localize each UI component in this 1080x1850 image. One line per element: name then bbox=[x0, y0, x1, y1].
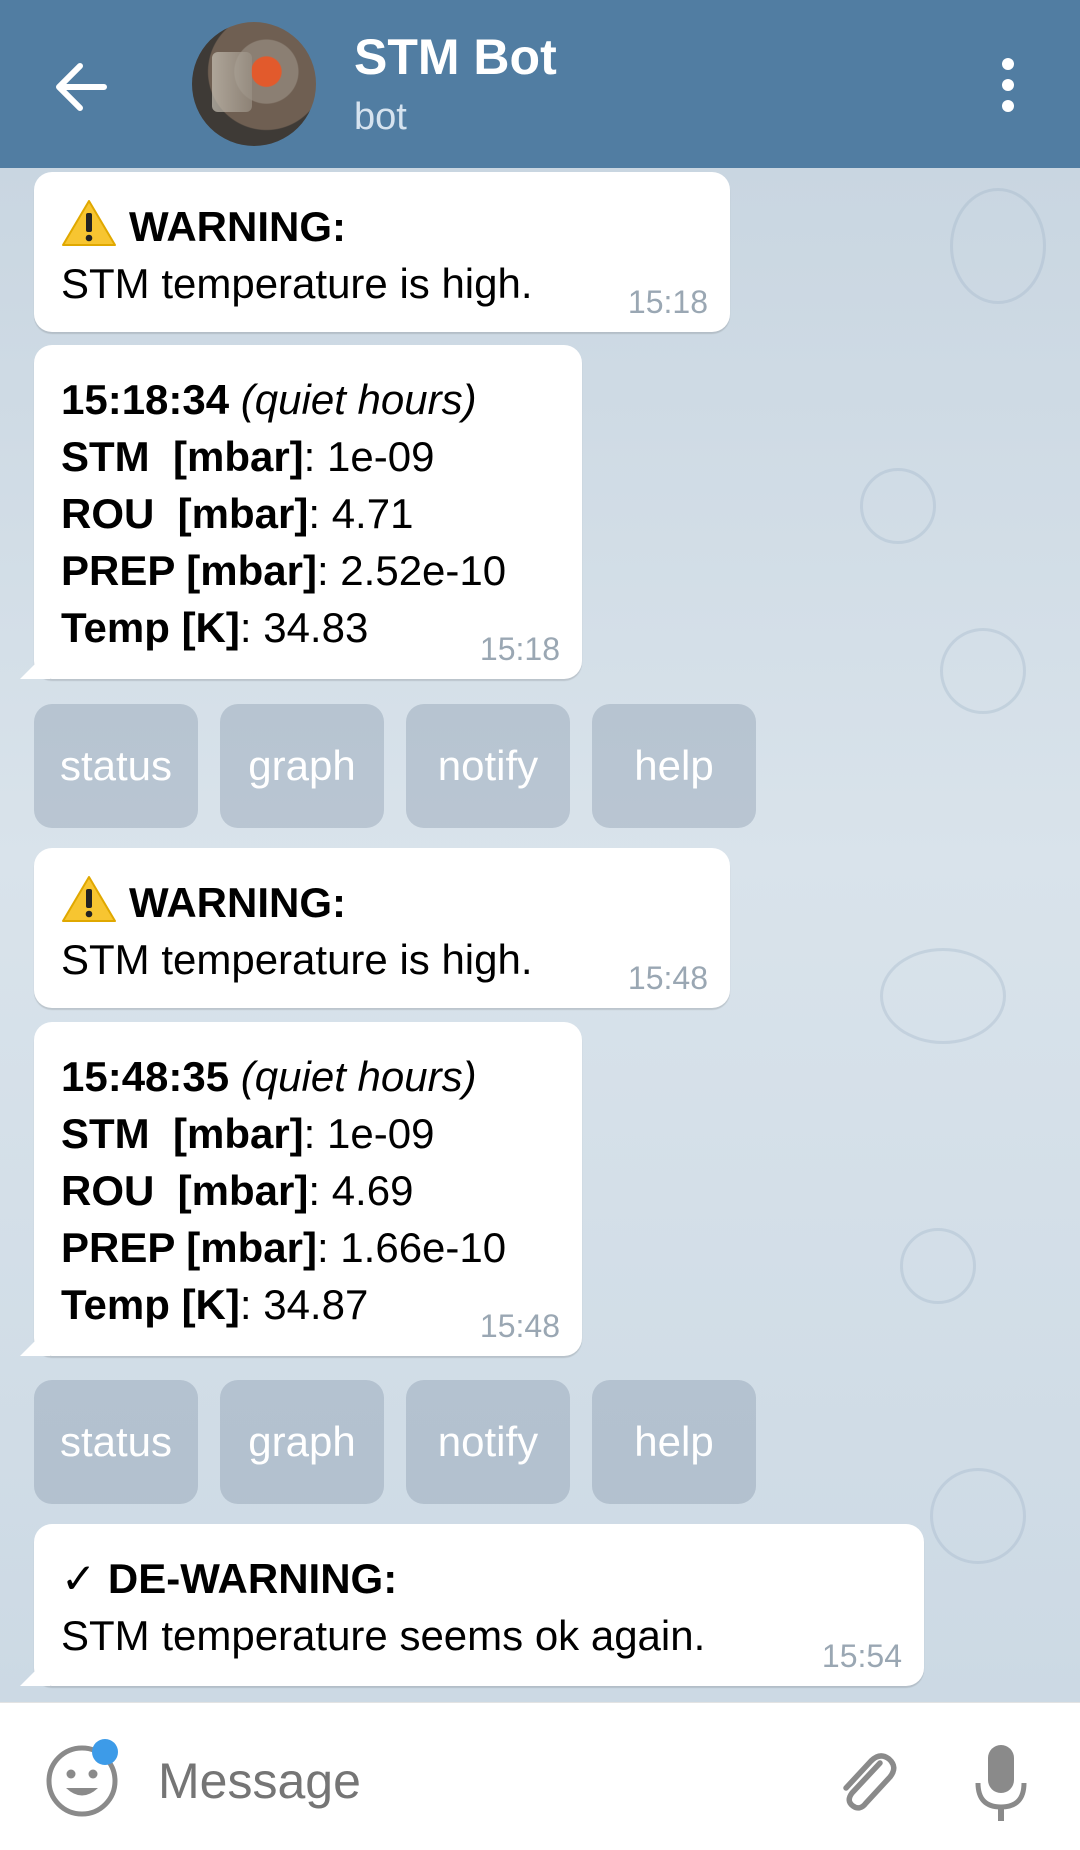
graph-button[interactable]: graph bbox=[220, 704, 384, 828]
status-row: PREP [mbar]: 1.66e-10 bbox=[61, 1219, 556, 1276]
status-timestamp: 15:18:34 bbox=[61, 376, 230, 423]
status-label: PREP [mbar] bbox=[61, 547, 317, 594]
status-label: PREP [mbar] bbox=[61, 1224, 317, 1271]
avatar[interactable] bbox=[192, 22, 316, 146]
back-arrow-icon bbox=[56, 63, 107, 111]
status-timestamp: 15:48:35 bbox=[61, 1053, 230, 1100]
warning-icon bbox=[62, 200, 116, 246]
dewarning-label: DE-WARNING: bbox=[107, 1555, 398, 1602]
message-time: 15:48 bbox=[627, 960, 708, 996]
status-label: STM [mbar] bbox=[61, 1110, 304, 1157]
status-row: STM [mbar]: 1e-09 bbox=[61, 1105, 556, 1162]
attach-button[interactable] bbox=[826, 1743, 906, 1823]
status-label: ROU [mbar] bbox=[61, 490, 309, 537]
chat-subtitle: bot bbox=[354, 96, 407, 138]
message-bubble[interactable]: ✓ DE-WARNING: STM temperature seems ok a… bbox=[34, 1524, 924, 1686]
message-text: STM temperature is high. bbox=[61, 260, 533, 307]
status-row: PREP [mbar]: 2.52e-10 bbox=[61, 542, 556, 599]
status-value: : 1e-09 bbox=[303, 1110, 435, 1157]
message-bubble[interactable]: WARNING: STM temperature is high. 15:48 bbox=[34, 848, 730, 1008]
status-value: : 34.87 bbox=[239, 1281, 369, 1328]
message-text: STM temperature is high. bbox=[61, 936, 533, 983]
status-row: STM [mbar]: 1e-09 bbox=[61, 428, 556, 485]
more-options-button[interactable] bbox=[990, 58, 1026, 118]
dewarning-heading: ✓ DE-WARNING: bbox=[61, 1550, 898, 1607]
help-button[interactable]: help bbox=[592, 1380, 756, 1504]
message-text: STM temperature seems ok again. bbox=[61, 1612, 706, 1659]
warning-label: WARNING: bbox=[129, 879, 346, 926]
chat-title[interactable]: STM Bot bbox=[354, 28, 557, 86]
quiet-hours-note: (quiet hours) bbox=[240, 1053, 477, 1100]
status-value: : 4.69 bbox=[308, 1167, 414, 1214]
paperclip-icon bbox=[843, 1753, 897, 1811]
message-input-bar bbox=[0, 1702, 1080, 1850]
notify-button[interactable]: notify bbox=[406, 704, 570, 828]
status-label: Temp [K] bbox=[61, 1281, 240, 1328]
status-value: : 2.52e-10 bbox=[316, 547, 507, 594]
warning-heading: WARNING: bbox=[61, 874, 704, 931]
more-vertical-icon bbox=[990, 58, 1026, 112]
status-button[interactable]: status bbox=[34, 1380, 198, 1504]
help-button[interactable]: help bbox=[592, 704, 756, 828]
message-bubble[interactable]: 15:18:34 (quiet hours) STM [mbar]: 1e-09… bbox=[34, 345, 582, 679]
status-stamp-line: 15:18:34 (quiet hours) bbox=[61, 371, 556, 428]
voice-message-button[interactable] bbox=[966, 1739, 1036, 1829]
warning-icon bbox=[62, 876, 116, 922]
status-value: : 1e-09 bbox=[303, 433, 435, 480]
chat-header: STM Bot bot bbox=[0, 0, 1080, 168]
status-stamp-line: 15:48:35 (quiet hours) bbox=[61, 1048, 556, 1105]
back-button[interactable] bbox=[46, 52, 116, 122]
status-label: STM [mbar] bbox=[61, 433, 304, 480]
unread-indicator bbox=[92, 1739, 118, 1765]
status-value: : 4.71 bbox=[308, 490, 414, 537]
check-mark-icon: ✓ bbox=[61, 1555, 97, 1602]
message-input[interactable] bbox=[156, 1751, 800, 1811]
status-row: ROU [mbar]: 4.71 bbox=[61, 485, 556, 542]
status-value: : 34.83 bbox=[239, 604, 369, 651]
warning-label: WARNING: bbox=[129, 203, 346, 250]
status-row: ROU [mbar]: 4.69 bbox=[61, 1162, 556, 1219]
status-button[interactable]: status bbox=[34, 704, 198, 828]
microphone-icon bbox=[975, 1745, 1027, 1821]
message-time: 15:18 bbox=[627, 284, 708, 320]
status-label: ROU [mbar] bbox=[61, 1167, 309, 1214]
message-time: 15:18 bbox=[479, 631, 560, 667]
quiet-hours-note: (quiet hours) bbox=[240, 376, 477, 423]
status-label: Temp [K] bbox=[61, 604, 240, 651]
graph-button[interactable]: graph bbox=[220, 1380, 384, 1504]
message-time: 15:54 bbox=[821, 1638, 902, 1674]
message-bubble[interactable]: 15:48:35 (quiet hours) STM [mbar]: 1e-09… bbox=[34, 1022, 582, 1356]
status-value: : 1.66e-10 bbox=[316, 1224, 507, 1271]
warning-heading: WARNING: bbox=[61, 198, 704, 255]
message-bubble[interactable]: WARNING: STM temperature is high. 15:18 bbox=[34, 172, 730, 332]
notify-button[interactable]: notify bbox=[406, 1380, 570, 1504]
message-time: 15:48 bbox=[479, 1308, 560, 1344]
